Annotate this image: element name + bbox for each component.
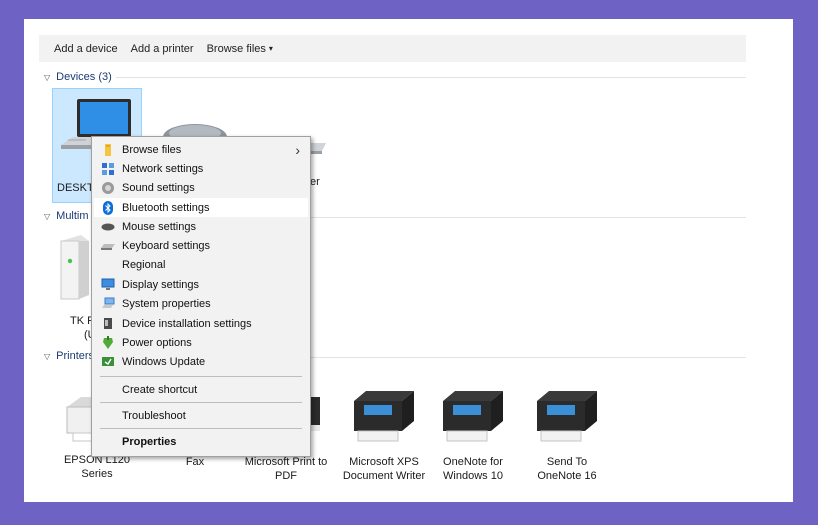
printer-microsoft-print-to-pdf[interactable]: Microsoft Print to PDF <box>240 455 332 483</box>
printer-onenote-windows-10[interactable]: OneNote for Windows 10 <box>428 385 518 483</box>
menu-item-network-settings[interactable]: Network settings <box>94 159 308 178</box>
menu-item-troubleshoot[interactable]: Troubleshoot <box>94 406 308 425</box>
divider <box>309 357 746 358</box>
device-media-server[interactable] <box>54 231 94 307</box>
printer-icon[interactable] <box>310 397 322 433</box>
device-install-icon <box>100 316 116 332</box>
chevron-down-icon: ▾ <box>268 44 273 53</box>
folder-icon <box>100 142 116 158</box>
mouse-icon <box>100 219 116 235</box>
network-icon <box>100 161 116 177</box>
chevron-down-icon: ▽ <box>44 211 51 221</box>
menu-item-device-installation-settings[interactable]: Device installation settings <box>94 314 308 333</box>
printer-icon <box>354 391 414 442</box>
add-device-button[interactable]: Add a device <box>39 35 131 62</box>
system-icon <box>100 296 116 312</box>
menu-item-windows-update[interactable]: Windows Update <box>94 352 308 371</box>
menu-separator <box>100 402 302 403</box>
power-icon <box>100 335 116 351</box>
section-printers-header[interactable]: ▽ Printers <box>44 349 94 363</box>
menu-item-keyboard-settings[interactable]: Keyboard settings <box>94 236 308 255</box>
command-bar: Add a device Add a printer Browse files ▾ <box>39 35 746 62</box>
printer-icon <box>537 391 597 442</box>
chevron-right-icon: › <box>295 141 300 158</box>
bluetooth-icon <box>100 200 116 216</box>
printer-microsoft-xps[interactable]: Microsoft XPS Document Writer <box>336 385 432 483</box>
menu-item-mouse-settings[interactable]: Mouse settings <box>94 217 308 236</box>
menu-separator <box>100 428 302 429</box>
add-printer-button[interactable]: Add a printer <box>131 35 207 62</box>
menu-item-system-properties[interactable]: System properties <box>94 294 308 313</box>
speaker-icon <box>100 180 116 196</box>
printer-fax[interactable]: Fax <box>170 455 220 469</box>
keyboard-icon <box>100 238 116 254</box>
media-server-icon <box>60 235 89 300</box>
section-devices-header[interactable]: ▽ Devices (3) <box>44 70 112 84</box>
windows-update-icon <box>100 354 116 370</box>
context-menu: Browse files › Network settings Sound se… <box>91 136 311 457</box>
printer-icon <box>443 391 503 442</box>
divider <box>309 217 746 218</box>
browse-files-button[interactable]: Browse files ▾ <box>207 35 286 62</box>
menu-item-bluetooth-settings[interactable]: Bluetooth settings <box>94 198 308 217</box>
chevron-down-icon: ▽ <box>44 72 51 82</box>
menu-item-create-shortcut[interactable]: Create shortcut <box>94 380 308 399</box>
divider <box>116 77 746 78</box>
menu-item-properties[interactable]: Properties <box>94 432 308 451</box>
menu-item-sound-settings[interactable]: Sound settings <box>94 178 308 197</box>
printer-send-to-onenote-16[interactable]: Send To OneNote 16 <box>522 385 612 483</box>
menu-separator <box>100 376 302 377</box>
section-multimedia-header[interactable]: ▽ Multim <box>44 209 89 223</box>
monitor-icon <box>100 277 116 293</box>
device-label-partial: er <box>310 176 320 188</box>
menu-item-power-options[interactable]: Power options <box>94 333 308 352</box>
menu-item-display-settings[interactable]: Display settings <box>94 275 308 294</box>
menu-item-browse-files[interactable]: Browse files › <box>94 140 308 159</box>
devices-and-printers-window: Add a device Add a printer Browse files ▾… <box>24 19 793 502</box>
chevron-down-icon: ▽ <box>44 351 51 361</box>
menu-item-regional[interactable]: Regional <box>94 255 308 274</box>
